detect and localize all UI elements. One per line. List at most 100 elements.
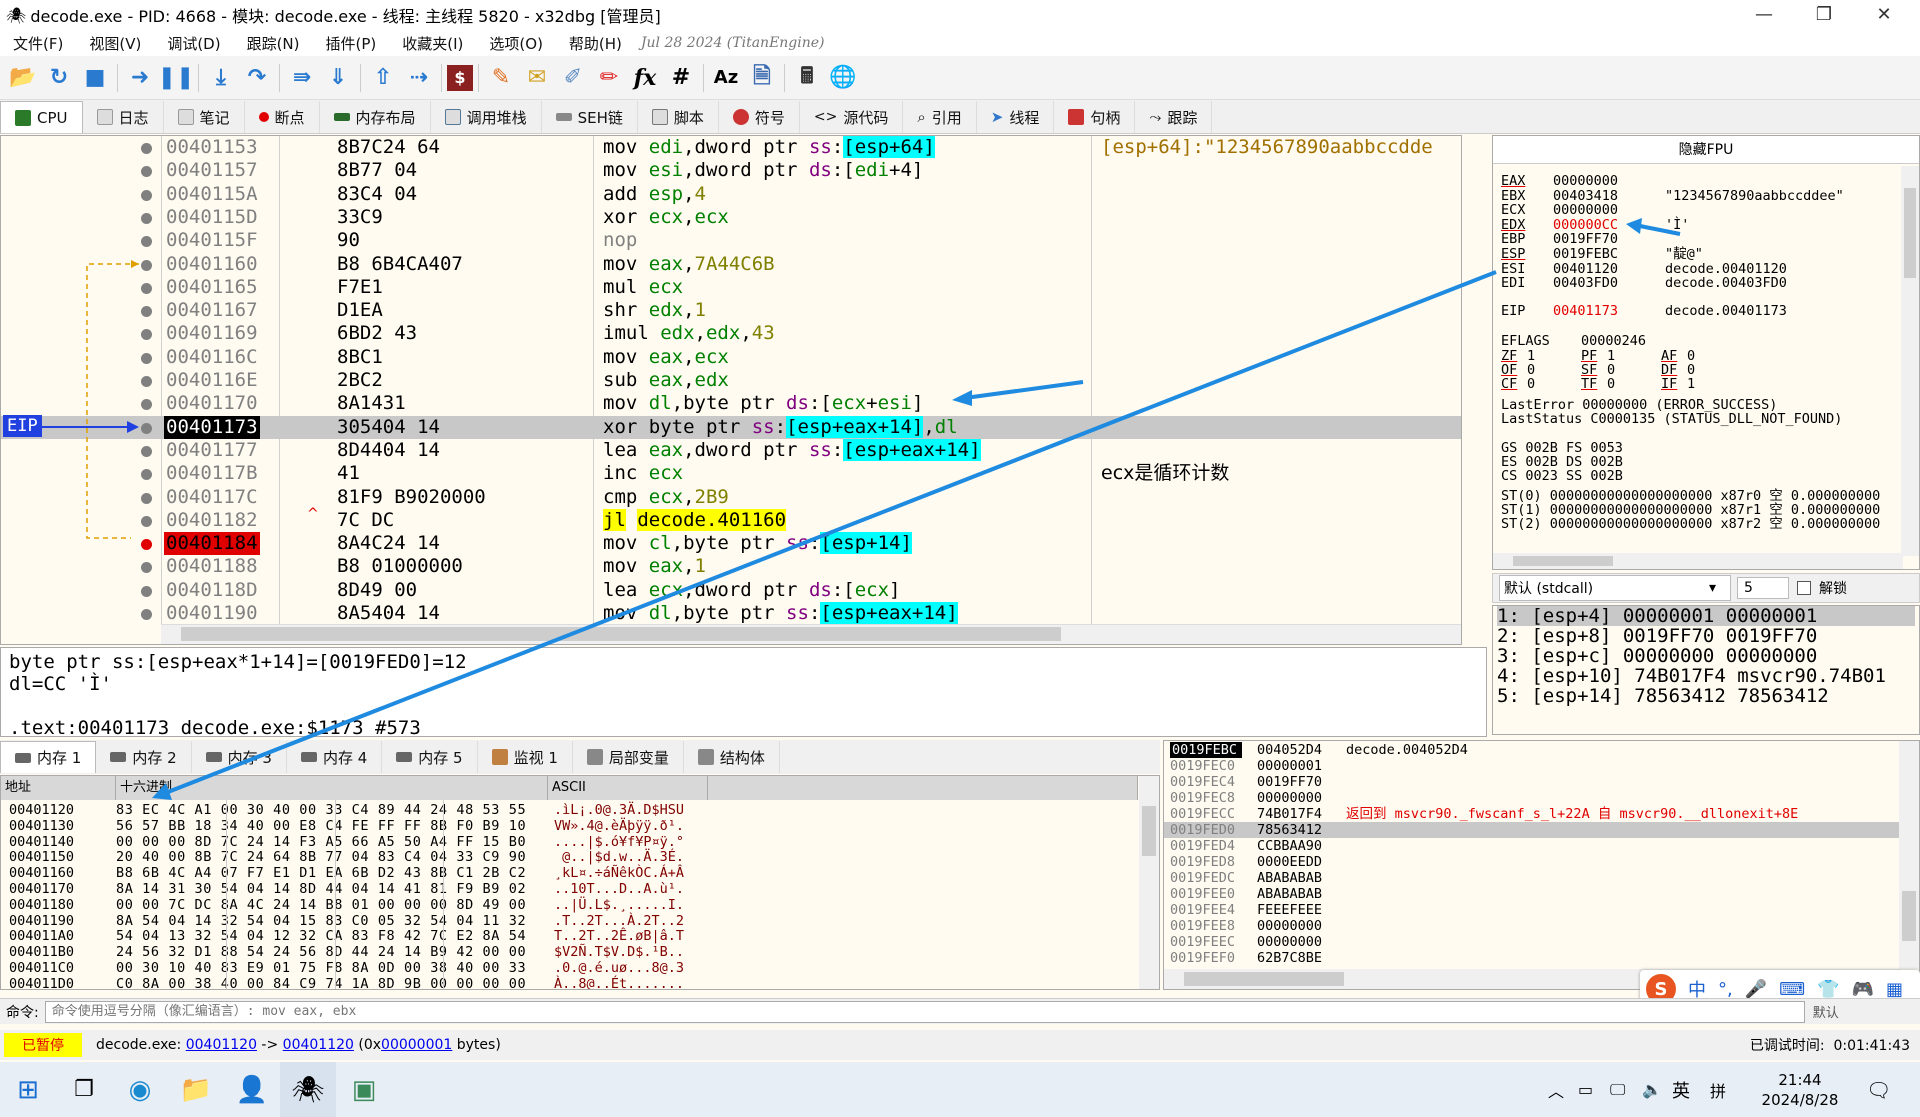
tab-source[interactable]: <> 源代码 [800, 101, 904, 133]
font-icon[interactable]: Az [709, 61, 743, 95]
stack-vscrollbar[interactable] [1899, 741, 1919, 969]
stack-argument[interactable]: 1: [esp+4] 00000001 00000001 [1497, 606, 1915, 626]
stack-view[interactable]: 0019FEBC 004052D4 decode.004052D4 0019FEC0 0… [1163, 740, 1920, 990]
function-icon[interactable]: fx [628, 61, 662, 95]
tab-cpu[interactable]: CPU [0, 101, 83, 133]
flag-value[interactable]: 0 [1687, 349, 1695, 363]
game-icon[interactable]: 🎮 [1852, 979, 1874, 1000]
stack-argument[interactable]: 5: [esp+14] 78563412 78563412 [1497, 686, 1915, 706]
scroll-thumb[interactable] [1902, 891, 1916, 941]
flag-value[interactable]: 0 [1527, 377, 1535, 391]
disasm-row[interactable]: 0040115A 83C4 04 add esp,4 [1, 183, 1461, 206]
disassembly-view[interactable]: 00401153 8B7C24 64 mov edi,dword ptr ss:[e… [0, 135, 1462, 645]
network-icon[interactable]: 🖵 [1610, 1080, 1625, 1100]
patch-icon[interactable]: ✎ [484, 61, 518, 95]
globe-icon[interactable]: 🌐 [826, 61, 860, 95]
dump-row[interactable]: 00401140 00 00 00 8D 7C 24 14 F3 A5 66 A5… [1, 834, 1141, 850]
user-app-icon[interactable]: 👤 [224, 1062, 280, 1117]
step-over-icon[interactable]: ↷ [240, 61, 274, 95]
grid-icon[interactable]: ▦ [1886, 979, 1903, 1000]
dump-row[interactable]: 00401130 56 57 BB 18 34 40 00 E8 C4 FE FF… [1, 818, 1141, 834]
task-view-icon[interactable]: ❐ [56, 1062, 112, 1117]
menu-file[interactable]: 文件(F) [0, 33, 76, 54]
battery-icon[interactable]: ▭ [1578, 1080, 1593, 1099]
register-value[interactable]: 00401120 [1553, 262, 1618, 276]
dump-row[interactable]: 00401120 83 EC 4C A1 00 30 40 00 33 C4 89… [1, 802, 1141, 818]
execute-till-return-icon[interactable]: ⇧ [366, 61, 400, 95]
notification-icon[interactable]: 🗨 [1866, 1078, 1891, 1102]
disasm-row[interactable]: 00401160 B8 6B4CA407 mov eax,7A44C6B [1, 253, 1461, 276]
stack-row[interactable]: 0019FEC0 00000001 [1164, 758, 1904, 774]
flag-value[interactable]: 0 [1607, 377, 1615, 391]
step-into-icon[interactable]: ⤓ [204, 61, 238, 95]
disasm-row[interactable]: 0040118D 8D49 00 lea ecx,dword ptr ds:[ecx… [1, 579, 1461, 602]
window-app-icon[interactable]: ▣ [336, 1062, 392, 1117]
file-explorer-icon[interactable]: 📁 [168, 1062, 224, 1117]
stack-row[interactable]: 0019FEE0 ABABABAB [1164, 886, 1904, 902]
open-icon[interactable]: 📂 [6, 61, 40, 95]
tab-references[interactable]: ⌕ 引用 [903, 101, 977, 133]
disasm-row[interactable]: 0040115F 90 nop [1, 229, 1461, 252]
dump-row[interactable]: 004011A0 54 04 13 32 54 04 12 32 CA 83 F8… [1, 928, 1141, 944]
scroll-thumb[interactable] [1184, 972, 1344, 986]
flag-value[interactable]: 0 [1607, 363, 1615, 377]
ime-punct-icon[interactable]: °, [1718, 979, 1733, 1000]
tab-memory-1[interactable]: 内存 1 [0, 741, 97, 773]
disasm-row[interactable]: 00401182 7C DC jl decode.401160 [1, 508, 1461, 532]
eflags-value[interactable]: 00000246 [1581, 334, 1646, 348]
command-mode[interactable]: 默认 [1813, 1002, 1839, 1021]
ime-language[interactable]: 英 [1672, 1077, 1690, 1103]
menu-options[interactable]: 选项(O) [476, 33, 556, 54]
menu-help[interactable]: 帮助(H) [556, 33, 635, 54]
memory-dump-view[interactable]: 地址 十六进制 ASCII 00401120 83 EC 4C A1 00 30 … [0, 775, 1160, 990]
edge-icon[interactable]: ◉ [112, 1062, 168, 1117]
status-address-2[interactable]: 00401120 [283, 1037, 354, 1053]
run-icon[interactable]: ➜ [123, 61, 157, 95]
stack-argument[interactable]: 2: [esp+8] 0019FF70 0019FF70 [1497, 626, 1915, 646]
disasm-row[interactable]: 0040117B 41 inc ecx ecx是循环计数 [1, 462, 1461, 485]
tab-memory-5[interactable]: 内存 5 [382, 741, 478, 773]
disasm-row[interactable]: 00401190 8A5404 14 mov dl,byte ptr ss:[esp… [1, 602, 1461, 625]
stack-row[interactable]: 0019FED4 CCBBAA90 [1164, 838, 1904, 854]
dump-row[interactable]: 004011C0 00 30 10 40 83 E9 01 75 F8 8A 0D… [1, 960, 1141, 976]
scroll-thumb[interactable] [1904, 188, 1916, 278]
menu-debug[interactable]: 调试(D) [154, 33, 233, 54]
disasm-row[interactable]: 00401184 8A4C24 14 mov cl,byte ptr ss:[esp… [1, 532, 1461, 556]
dump-row[interactable]: 004011D0 C0 8A 00 38 40 00 84 C9 74 1A 8D… [1, 976, 1141, 989]
scroll-thumb[interactable] [1142, 806, 1156, 856]
dump-row[interactable]: 004011B0 24 56 32 D1 88 54 24 56 8D 44 24… [1, 944, 1141, 960]
hash-icon[interactable]: # [664, 61, 698, 95]
scroll-thumb[interactable] [1513, 556, 1613, 566]
scylla-icon[interactable]: $ [447, 64, 473, 91]
keyboard-icon[interactable]: ⌨ [1779, 979, 1805, 1000]
bookmark-icon[interactable]: ✏ [592, 61, 626, 95]
stack-row[interactable]: 0019FEEC 00000000 [1164, 934, 1904, 950]
disasm-row[interactable]: 00401173 305404 14 xor byte ptr ss:[esp+ea… [1, 415, 1461, 439]
tab-memory-8[interactable]: 结构体 [684, 741, 780, 773]
tab-threads[interactable]: ➤ 线程 [977, 101, 1055, 133]
disasm-row[interactable]: 0040117C 81F9 B9020000 cmp ecx,2B9 [1, 486, 1461, 509]
dump-row[interactable]: 00401170 8A 14 31 30 54 04 14 8D 44 04 14… [1, 881, 1141, 897]
stack-row[interactable]: 0019FEC4 0019FF70 [1164, 774, 1904, 790]
arg-count-spinner[interactable]: 5 [1737, 577, 1789, 599]
tab-log[interactable]: 日志 [83, 101, 164, 133]
stack-row[interactable]: 0019FEDC ABABABAB [1164, 870, 1904, 886]
command-input[interactable] [44, 1000, 1805, 1023]
registers-hscrollbar[interactable] [1493, 553, 1903, 569]
stack-row[interactable]: 0019FEBC 004052D4 decode.004052D4 [1164, 742, 1904, 758]
disasm-row[interactable]: 00401157 8B77 04 mov esi,dword ptr ds:[edi… [1, 159, 1461, 182]
dump-row[interactable]: 00401180 00 00 7C DC 8A 4C 24 14 B8 01 00… [1, 897, 1141, 913]
ime-mode-icon[interactable]: 拼 [1710, 1078, 1726, 1102]
stack-row[interactable]: 0019FECC 74B017F4 返回到 msvcr90._fwscanf_s_l… [1164, 806, 1904, 822]
menu-plugins[interactable]: 插件(P) [313, 33, 390, 54]
trace-into-icon[interactable]: ⇛ [285, 61, 319, 95]
disasm-row[interactable]: 00401167 D1EA shr edx,1 [1, 299, 1461, 322]
close-button[interactable]: ✕ [1856, 0, 1912, 30]
x32dbg-taskbar-icon[interactable]: 🕷 [280, 1062, 336, 1117]
maximize-button[interactable]: ❐ [1796, 0, 1852, 30]
microphone-icon[interactable]: 🎤 [1745, 979, 1767, 1000]
stack-arguments-panel[interactable]: 1: [esp+4] 00000001 00000001 2: [esp+8] 0… [1492, 605, 1920, 735]
stack-row[interactable]: 0019FEE8 00000000 [1164, 918, 1904, 934]
disasm-row[interactable]: 00401165 F7E1 mul ecx [1, 276, 1461, 299]
register-value[interactable]: 0019FEBC [1553, 247, 1618, 261]
